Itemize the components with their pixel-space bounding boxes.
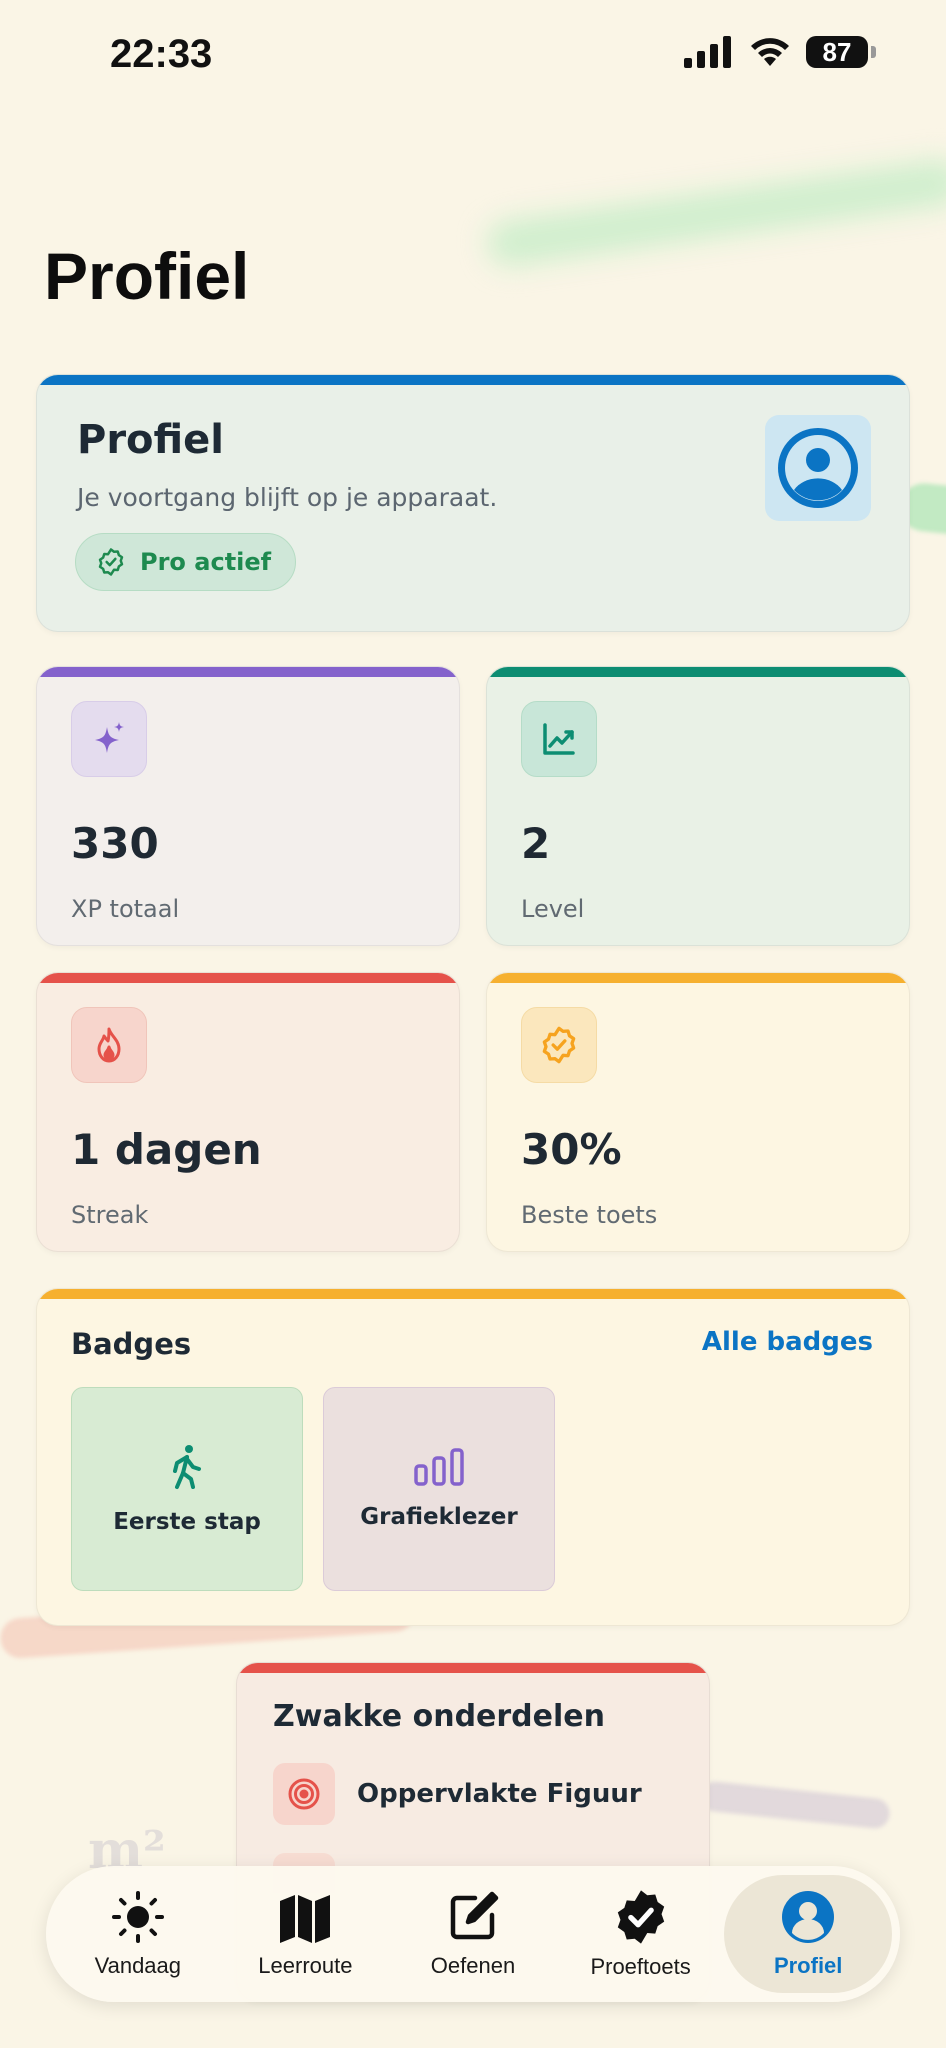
stat-label: XP totaal — [71, 895, 180, 923]
tab-profiel[interactable]: Profiel — [724, 1875, 892, 1993]
battery-icon: 87 — [806, 36, 876, 68]
tab-bar: Vandaag Leerroute Oefenen Proeftoets Pro… — [46, 1866, 900, 2002]
background-decoration — [698, 1780, 892, 1830]
weak-topic-name: Oppervlakte Figuur — [357, 1779, 642, 1809]
status-time: 22:33 — [110, 32, 213, 76]
wifi-icon — [751, 38, 789, 66]
edit-icon — [450, 1891, 499, 1940]
badge-name: Grafieklezer — [360, 1504, 518, 1530]
badge-tile[interactable]: Eerste stap — [71, 1387, 303, 1591]
check-seal-icon — [617, 1890, 664, 1944]
tab-label: Profiel — [773, 1953, 843, 1978]
sun-icon — [111, 1891, 164, 1943]
stat-label: Beste toets — [521, 1201, 658, 1229]
tab-label: Leerroute — [258, 1953, 353, 1978]
verified-badge-icon — [98, 548, 124, 576]
stat-card-best-test: 30% Beste toets — [486, 972, 910, 1252]
badge-name: Eerste stap — [113, 1509, 261, 1535]
tab-label: Oefenen — [430, 1953, 516, 1978]
stat-value: 30% — [521, 1125, 622, 1174]
profile-icon — [778, 428, 858, 508]
flame-icon — [97, 1027, 121, 1063]
profile-icon — [782, 1891, 835, 1943]
map-icon — [280, 1895, 331, 1943]
all-badges-link[interactable]: Alle badges — [702, 1327, 873, 1357]
stat-value: 1 dagen — [71, 1125, 262, 1174]
badges-title: Badges — [71, 1327, 192, 1361]
pro-status-label: Pro actief — [140, 548, 272, 576]
battery-level: 87 — [806, 36, 868, 68]
stat-label: Streak — [71, 1201, 149, 1229]
bar-chart-icon — [414, 1448, 464, 1486]
stat-card-level: 2 Level — [486, 666, 910, 946]
stat-label: Level — [521, 895, 585, 923]
status-bar: 22:33 87 — [0, 0, 946, 110]
tab-label: Vandaag — [94, 1953, 182, 1978]
stat-icon-box — [71, 1007, 147, 1083]
stat-icon-box — [71, 701, 147, 777]
badges-card: Badges Alle badges Eerste stap Grafiekle… — [36, 1288, 910, 1626]
sparkles-icon — [95, 722, 124, 753]
background-decoration — [484, 156, 946, 270]
tab-leerroute[interactable]: Leerroute — [222, 1875, 390, 1993]
profile-card-title: Profiel — [77, 417, 225, 463]
page-title: Profiel — [44, 239, 250, 313]
stat-value: 2 — [521, 819, 551, 868]
stat-icon-box — [521, 1007, 597, 1083]
list-item[interactable]: Oppervlakte Figuur — [273, 1763, 642, 1825]
walking-person-icon — [173, 1445, 201, 1489]
tab-label: Proeftoets — [590, 1954, 691, 1979]
profile-card: Profiel Je voortgang blijft op je appara… — [36, 374, 910, 632]
stat-card-xp: 330 XP totaal — [36, 666, 460, 946]
stat-value: 330 — [71, 819, 159, 868]
tab-proeftoets[interactable]: Proeftoets — [557, 1875, 725, 1993]
weak-topics-title: Zwakke onderdelen — [273, 1699, 605, 1734]
pro-status-badge: Pro actief — [75, 533, 297, 591]
stat-card-streak: 1 dagen Streak — [36, 972, 460, 1252]
chart-line-icon — [543, 723, 575, 755]
stat-icon-box — [521, 701, 597, 777]
tab-oefenen[interactable]: Oefenen — [389, 1875, 557, 1993]
target-icon-box — [273, 1763, 335, 1825]
target-icon — [288, 1778, 320, 1810]
badge-tile[interactable]: Grafieklezer — [323, 1387, 555, 1591]
status-icons: 87 — [684, 36, 876, 68]
signal-icon — [684, 36, 731, 68]
tab-vandaag[interactable]: Vandaag — [54, 1875, 222, 1993]
avatar — [765, 415, 871, 521]
profile-card-subtitle: Je voortgang blijft op je apparaat. — [77, 483, 498, 512]
verified-badge-icon — [542, 1026, 576, 1064]
